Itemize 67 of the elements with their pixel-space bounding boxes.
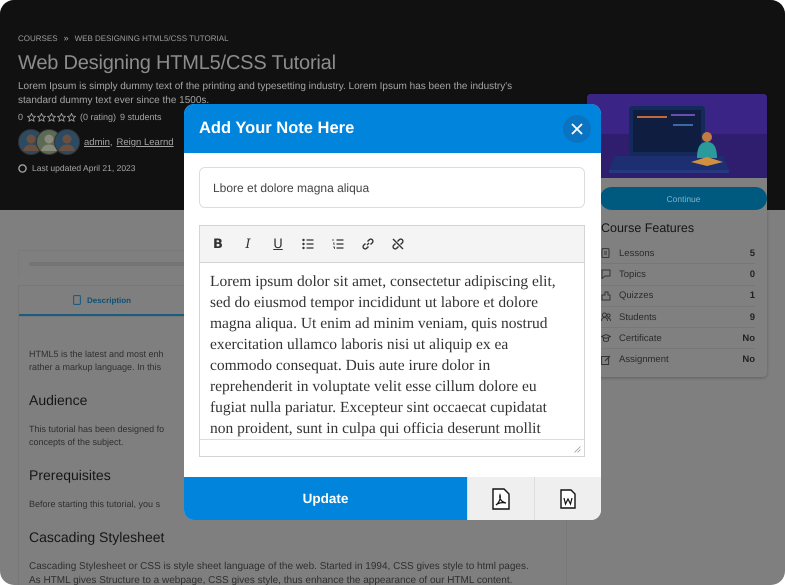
feature-label: Students xyxy=(619,312,658,323)
rating-count: (0 rating) xyxy=(80,112,116,122)
feature-label: Certificate xyxy=(619,332,663,344)
star-icon xyxy=(47,112,56,122)
avatar xyxy=(54,129,80,155)
paragraph-text: rather a markup language. In this xyxy=(29,361,162,374)
feature-label: Lessons xyxy=(619,248,656,259)
rich-text-editor[interactable]: B I U Lorem ipsum dolor sit amet, consectetur adipiscing elit, sed do eiusmod tempor incididunt ut labore et dolore magna aliqua. Ut enim ad minim veniam, quis nostrud exercitation ullamco laboris nisi ut aliquip ex ea commodo consequat. Duis aute irure dolor in reprehenderit in voluptate velit esse cillum dolore eu fugiat nulla pariatur. Excepteur sint occaecat cupidatat non proident, sunt in culpa qui officia deserunt mollit xyxy=(199,225,585,457)
feature-value: No xyxy=(742,354,755,366)
dialog-title: Add Your Note Here xyxy=(199,119,354,138)
paragraph-text: As HTML gives Structure to a webpage, CSS gives style, thus enhance the appearance of our HTML content. xyxy=(29,574,512,585)
document-icon xyxy=(72,295,81,305)
section-heading: Audience xyxy=(29,391,88,409)
star-icon xyxy=(37,112,46,122)
link-icon xyxy=(362,238,374,250)
paragraph-text: This tutorial has been designed fo xyxy=(29,423,164,436)
feature-value: 0 xyxy=(750,268,755,280)
author-link[interactable]: Reign Learnd xyxy=(116,136,174,148)
last-updated: Last updated April 21, 2023 xyxy=(32,163,136,173)
feature-label: Assignment xyxy=(619,354,670,366)
feature-label: Topics xyxy=(619,268,647,280)
certificate-icon xyxy=(601,333,611,344)
pdf-export-button[interactable] xyxy=(467,477,534,520)
word-file-icon xyxy=(560,488,576,508)
close-icon xyxy=(571,122,583,134)
resize-grip-icon xyxy=(574,446,581,453)
close-button[interactable] xyxy=(563,114,591,142)
word-export-button[interactable] xyxy=(534,477,601,520)
author-link[interactable]: admin xyxy=(84,136,110,148)
breadcrumb-link[interactable]: WEB DESIGNING HTML5/CSS TUTORIAL xyxy=(74,34,229,42)
feature-value: No xyxy=(742,332,755,344)
students-icon xyxy=(601,312,611,322)
rating-value: 0 xyxy=(18,112,24,122)
underline-button[interactable]: U xyxy=(266,232,290,256)
feature-value: 5 xyxy=(750,248,755,259)
star-icon xyxy=(57,112,66,122)
separator-text: , xyxy=(110,136,113,148)
assignment-icon xyxy=(601,354,611,365)
bullet-list-icon xyxy=(302,238,314,250)
topics-icon xyxy=(601,269,611,280)
section-heading: Cascading Stylesheet xyxy=(29,528,164,546)
bold-button[interactable]: B xyxy=(206,232,230,256)
paragraph-text: concepts of the subject. xyxy=(29,436,124,449)
title-field[interactable]: Lbore et dolore magna aliqua xyxy=(199,167,585,208)
star-icon xyxy=(67,112,76,122)
paragraph-text: Before starting this tutorial, you s xyxy=(29,498,160,511)
italic-button[interactable]: I xyxy=(236,232,260,256)
features-heading: Course Features xyxy=(601,221,696,235)
course-description: Lorem Ipsum is simply dummy text of the printing and typesetting industry. Lorem Ipsum has been the industry's standard dummy text ever since the 1500s. xyxy=(18,80,514,108)
breadcrumb-link[interactable]: COURSES xyxy=(18,34,58,42)
quizzes-icon xyxy=(601,290,611,301)
broken-link-icon xyxy=(392,238,404,250)
feature-value: 1 xyxy=(750,290,755,302)
numbered-list-icon xyxy=(332,238,344,250)
section-heading: Prerequisites xyxy=(29,466,111,484)
star-icon xyxy=(27,112,36,122)
feature-label: Quizzes xyxy=(619,290,654,302)
paragraph-text: HTML5 is the latest and most enh xyxy=(29,348,164,361)
lessons-icon xyxy=(601,248,611,258)
breadcrumb-separator: » xyxy=(64,33,69,43)
update-button[interactable]: Update xyxy=(184,477,467,520)
pdf-file-icon xyxy=(492,488,510,510)
feature-value: 9 xyxy=(750,312,755,323)
paragraph-text: Cascading Stylesheet or CSS is style sheet language of the web. Started in 1994, CSS gives style to html pages. xyxy=(29,560,529,574)
course-title: Web Designing HTML5/CSS Tutorial xyxy=(18,52,337,75)
clock-icon xyxy=(18,164,27,172)
student-count: 9 students xyxy=(120,112,162,122)
